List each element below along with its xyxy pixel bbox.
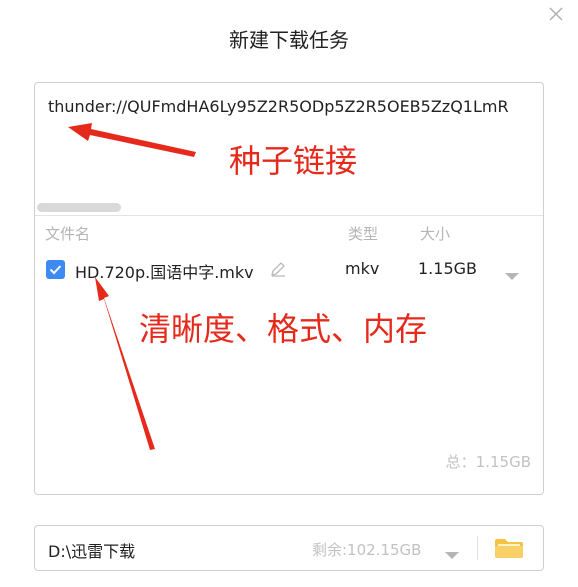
dialog-title: 新建下载任务 <box>229 28 349 52</box>
column-header-name: 文件名 <box>45 225 91 243</box>
checkmark-icon <box>49 265 62 275</box>
download-link-input[interactable]: thunder://QUFmdHA6Ly95Z2R5ODp5Z2R5OEB5Zz… <box>48 97 543 121</box>
free-space-label: 剩余:102.15GB <box>312 541 422 559</box>
folder-icon[interactable] <box>493 536 525 560</box>
annotation-file-info: 清晰度、格式、内存 <box>139 310 428 348</box>
separator <box>477 536 478 560</box>
horizontal-scrollbar[interactable] <box>37 203 121 212</box>
chevron-down-icon[interactable] <box>505 266 519 280</box>
chevron-down-icon[interactable] <box>445 545 459 559</box>
file-size: 1.15GB <box>418 259 477 278</box>
edit-icon[interactable] <box>269 260 287 278</box>
close-icon <box>549 7 563 21</box>
save-path-field[interactable]: D:\迅雷下载 剩余:102.15GB <box>34 525 544 571</box>
column-header-type: 类型 <box>348 225 379 243</box>
total-size: 总：1.15GB <box>445 453 531 471</box>
column-header-size: 大小 <box>420 225 451 243</box>
file-name: HD.720p.国语中字.mkv <box>75 263 254 282</box>
annotation-torrent-link: 种子链接 <box>229 142 358 180</box>
divider <box>35 215 543 216</box>
file-row[interactable]: HD.720p.国语中字.mkv mkv 1.15GB <box>35 253 543 287</box>
file-checkbox[interactable] <box>46 260 65 279</box>
close-button[interactable] <box>548 6 564 22</box>
file-type: mkv <box>345 259 380 278</box>
save-path-value[interactable]: D:\迅雷下载 <box>48 538 135 562</box>
